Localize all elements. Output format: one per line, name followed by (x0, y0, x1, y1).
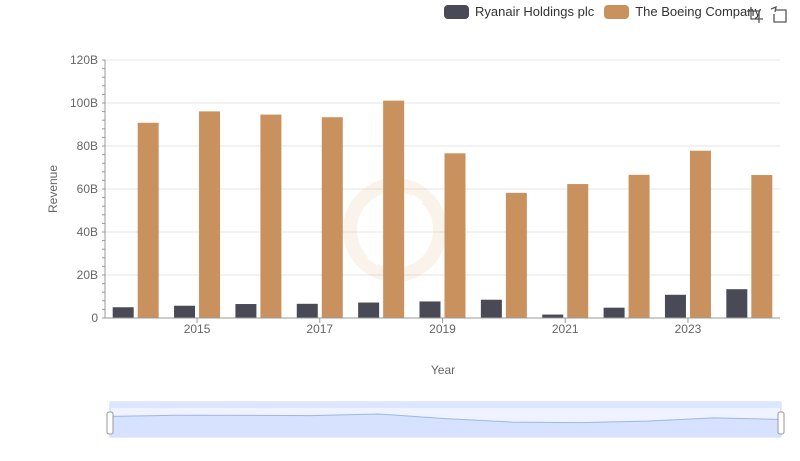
bar-ryanair-2023 (664, 294, 686, 318)
bar-boeing-2023 (689, 150, 711, 318)
y-tick-label: 60B (77, 182, 98, 196)
y-tick-label: 120B (70, 53, 98, 67)
range-slider[interactable] (106, 401, 785, 438)
bar-boeing-2015 (199, 111, 221, 318)
bar-boeing-2021 (567, 184, 589, 318)
bar-ryanair-2021 (542, 314, 564, 318)
y-tick-label: 100B (70, 96, 98, 110)
slider-left-handle[interactable] (106, 411, 114, 435)
zoom-select-icon[interactable] (746, 6, 764, 24)
zoom-reset-icon[interactable] (770, 6, 788, 24)
legend-label-boeing: The Boeing Company (635, 4, 761, 19)
bar-ryanair-2022 (603, 307, 625, 318)
bar-chart: 0 20B 40B 60B 80B 100B 120B 2015 2017 2019 2021 202… (46, 53, 785, 438)
bar-ryanair-2015 (174, 305, 196, 318)
slider-top-bar[interactable] (110, 402, 781, 408)
bar-boeing-2022 (628, 174, 650, 318)
legend-label-ryanair: Ryanair Holdings plc (475, 4, 595, 19)
legend-item-ryanair[interactable]: Ryanair Holdings plc (444, 4, 594, 19)
legend-item-boeing[interactable]: The Boeing Company (604, 4, 761, 19)
x-tick-label: 2015 (184, 322, 211, 336)
slider-right-handle[interactable] (777, 411, 785, 435)
y-tick-label: 20B (77, 268, 98, 282)
legend: Ryanair Holdings plc The Boeing Company (444, 4, 761, 19)
x-tick-label: 2023 (675, 322, 702, 336)
bar-ryanair-2016 (235, 304, 257, 318)
bar-boeing-2024 (751, 175, 773, 318)
y-tick-label: 80B (77, 139, 98, 153)
bar-ryanair-2017 (296, 303, 318, 318)
x-tick-label: 2017 (306, 322, 333, 336)
bar-boeing-2017 (321, 117, 343, 318)
legend-swatch-boeing (604, 4, 630, 19)
bar-boeing-2018 (383, 100, 405, 318)
bar-boeing-2016 (260, 114, 282, 318)
y-axis-title: Revenue (46, 165, 60, 213)
bar-boeing-2014 (137, 122, 159, 318)
bar-boeing-2019 (444, 153, 466, 318)
bar-ryanair-2020 (480, 299, 502, 318)
y-tick-label: 0 (91, 311, 98, 325)
bar-ryanair-2014 (112, 307, 134, 318)
bar-ryanair-2018 (358, 302, 380, 318)
bar-boeing-2020 (505, 192, 527, 318)
chart-toolbar (746, 6, 788, 24)
bar-ryanair-2024 (726, 289, 748, 318)
x-tick-label: 2021 (552, 322, 579, 336)
y-tick-label: 40B (77, 225, 98, 239)
x-tick-label: 2019 (429, 322, 456, 336)
x-axis-title: Year (431, 363, 455, 377)
bar-ryanair-2019 (419, 301, 441, 318)
legend-swatch-ryanair (444, 4, 469, 19)
